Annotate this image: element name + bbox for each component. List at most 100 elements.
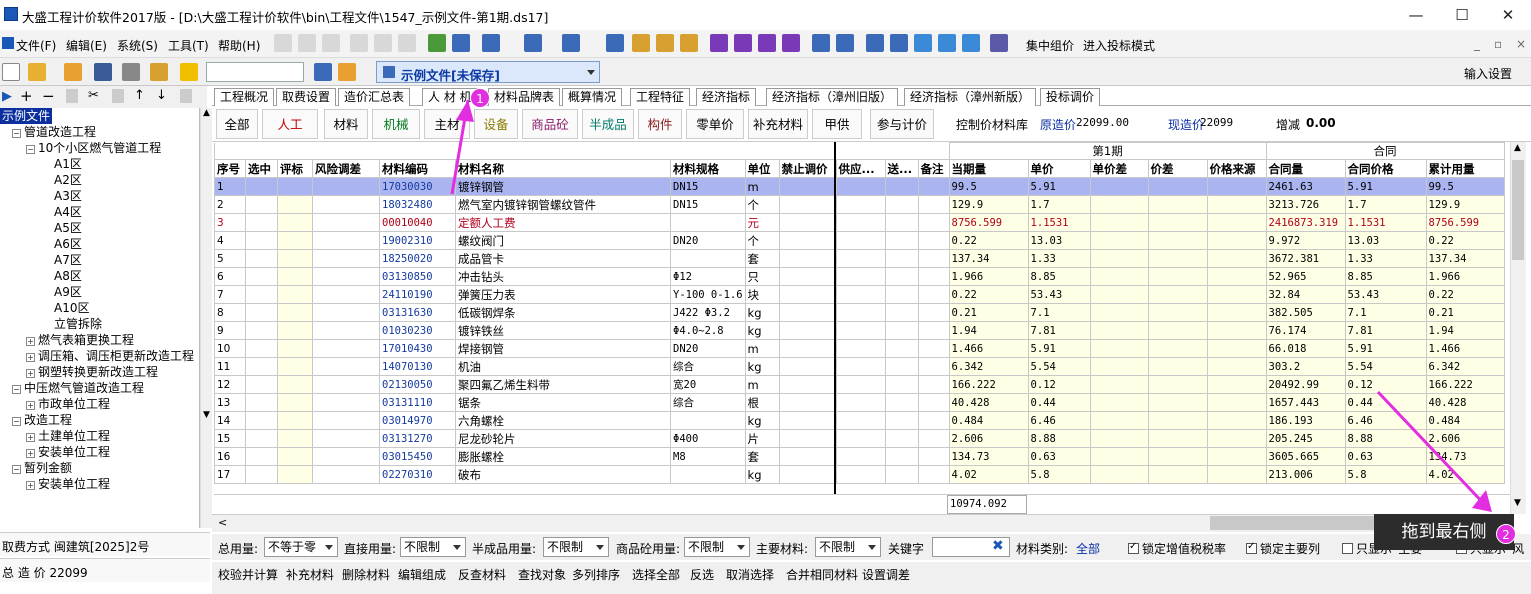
tab-10[interactable]: 投标调价 [1040, 88, 1101, 106]
input-settings-button[interactable]: 输入设置 [1464, 65, 1512, 82]
category-5[interactable]: 设备 [474, 109, 518, 139]
table-row[interactable]: 16 03015450 膨胀螺栓 M8 套 134.73 0.63 3605.665 0.63 1… [214, 447, 1505, 466]
column-header[interactable]: 价差 [1147, 159, 1208, 178]
import-icon[interactable] [428, 34, 446, 52]
menu-bid-mode[interactable]: 进入投标模式 [1083, 37, 1155, 54]
column-header[interactable]: 单价 [1027, 159, 1091, 178]
table-cell[interactable] [277, 231, 313, 250]
lightning-icon[interactable] [180, 63, 198, 81]
table-row[interactable]: 5 18250020 成品管卡套 137.34 1.33 3672.381 1.33 137.… [214, 249, 1505, 268]
save-icon[interactable] [94, 63, 112, 81]
table-cell[interactable] [277, 249, 313, 268]
menu-edit[interactable]: 编辑(E) [66, 37, 107, 54]
action-1[interactable]: 补充材料 [286, 566, 334, 583]
expand-icon[interactable]: + [26, 401, 35, 410]
category-1[interactable]: 人工 [262, 109, 318, 139]
scroll-down-icon[interactable]: ▼ [203, 410, 210, 420]
checkbox-checked-icon[interactable] [1128, 541, 1139, 554]
grid-horizontal-thumb[interactable] [1210, 516, 1375, 530]
tree-node[interactable]: − 中压燃气管道改造工程 [12, 380, 144, 396]
fix-icon[interactable] [656, 34, 674, 52]
tree-node[interactable]: − 暂列金额 [12, 460, 72, 476]
tree-node[interactable]: 示例文件 [0, 108, 53, 124]
chat-icon[interactable] [914, 34, 932, 52]
tree-node[interactable]: + 钢塑转换更新改造工程 [26, 364, 158, 380]
view-icon[interactable] [482, 34, 500, 52]
adjust2-icon[interactable] [734, 34, 752, 52]
lock-tax-checkbox[interactable]: 锁定增值税税率 [1128, 540, 1226, 557]
column-header[interactable]: 备注 [917, 159, 950, 178]
table-row[interactable]: 9 01030230 镀锌铁丝 Φ4.0~2.8 kg 1.94 7.81 76.174 7.8… [214, 321, 1505, 340]
table-cell[interactable] [277, 303, 313, 322]
table-row[interactable]: 1 17030030 镀锌钢管 DN15 m 99.5 5.91 2461.63 5.91 99.… [214, 177, 1505, 196]
tab-2[interactable]: 造价汇总表 [338, 88, 411, 106]
table-row[interactable]: 4 19002310 螺纹阀门 DN20 个 0.22 13.03 9.972 13.03 0.2… [214, 231, 1505, 250]
column-icon[interactable] [606, 34, 624, 52]
tree-props-icon[interactable] [180, 89, 192, 103]
grid-scroll-up-icon[interactable]: ▲ [1514, 143, 1521, 153]
collapse-icon[interactable]: − [26, 145, 35, 154]
help-icon[interactable] [938, 34, 956, 52]
close-button[interactable]: ✕ [1485, 2, 1531, 28]
adjust4-icon[interactable] [782, 34, 800, 52]
table-cell[interactable] [245, 249, 278, 268]
action-5[interactable]: 查找对象 [518, 566, 566, 583]
direct-usage-select[interactable]: 不限制 [400, 537, 466, 557]
table-row[interactable]: 8 03131630 低碳钢焊条 J422 Φ3.2 kg 0.21 7.1 382.505 7… [214, 303, 1505, 322]
column-header[interactable]: 禁止调价 [778, 159, 837, 178]
table-cell[interactable] [277, 267, 313, 286]
menu-system[interactable]: 系统(S) [117, 37, 158, 54]
collapse-icon[interactable]: − [12, 417, 21, 426]
column-header[interactable]: 材料编码 [379, 159, 456, 178]
action-9[interactable]: 取消选择 [726, 566, 774, 583]
table-cell[interactable] [277, 357, 313, 376]
action-6[interactable]: 多列排序 [572, 566, 620, 583]
tree-node[interactable]: A4区 [54, 204, 82, 220]
table-cell[interactable] [277, 411, 313, 430]
tree-copy-icon[interactable] [66, 89, 78, 103]
expand-icon[interactable]: + [26, 481, 35, 490]
category-0[interactable]: 全部 [216, 109, 258, 139]
table-cell[interactable] [245, 267, 278, 286]
column-header[interactable]: 单价差 [1089, 159, 1149, 178]
table-cell[interactable] [245, 357, 278, 376]
table-cell[interactable] [245, 393, 278, 412]
category-12[interactable]: 参与计价 [870, 109, 934, 139]
report-icon[interactable] [836, 34, 854, 52]
book-icon[interactable] [990, 34, 1008, 52]
cut-icon[interactable] [374, 34, 392, 52]
column-header[interactable]: 序号 [214, 159, 246, 178]
tree-node[interactable]: −10个小区燃气管道工程 [26, 140, 161, 156]
paste-icon[interactable] [398, 34, 416, 52]
table-cell[interactable] [245, 195, 278, 214]
export-icon[interactable] [452, 34, 470, 52]
check-icon[interactable] [680, 34, 698, 52]
table-cell[interactable] [277, 375, 313, 394]
table-cell[interactable] [245, 177, 278, 196]
layout-icon[interactable] [562, 34, 580, 52]
column-header[interactable]: 合同价格 [1344, 159, 1427, 178]
control-price-library[interactable]: 控制价材料库 [956, 116, 1028, 133]
edit-icon[interactable] [632, 34, 650, 52]
category-3[interactable]: 机械 [372, 109, 420, 139]
table-cell[interactable] [245, 303, 278, 322]
tree-node[interactable]: + 安装单位工程 [26, 444, 110, 460]
category-10[interactable]: 补充材料 [748, 109, 808, 139]
tree-node[interactable]: − 管道改造工程 [12, 124, 96, 140]
tree-node[interactable]: A3区 [54, 188, 82, 204]
tree-node[interactable]: − 改造工程 [12, 412, 72, 428]
tree-node[interactable]: A5区 [54, 220, 82, 236]
table-row[interactable]: 13 03131110 锯条 综合根 40.428 0.44 1657.443 0.44 40.… [214, 393, 1505, 412]
mdi-minimize[interactable]: _ [1474, 37, 1480, 51]
column-header[interactable]: 材料名称 [455, 159, 671, 178]
move-up-icon[interactable]: ↑ [134, 88, 145, 103]
table-cell[interactable] [245, 339, 278, 358]
action-2[interactable]: 删除材料 [342, 566, 390, 583]
tab-7[interactable]: 经济指标 [696, 88, 757, 106]
tab-5[interactable]: 概算情况 [562, 88, 623, 106]
table-cell[interactable] [277, 213, 313, 232]
category-11[interactable]: 甲供 [812, 109, 862, 139]
tab-4[interactable]: 材料品牌表 [488, 88, 561, 106]
table-cell[interactable] [277, 285, 313, 304]
category-2[interactable]: 材料 [324, 109, 368, 139]
